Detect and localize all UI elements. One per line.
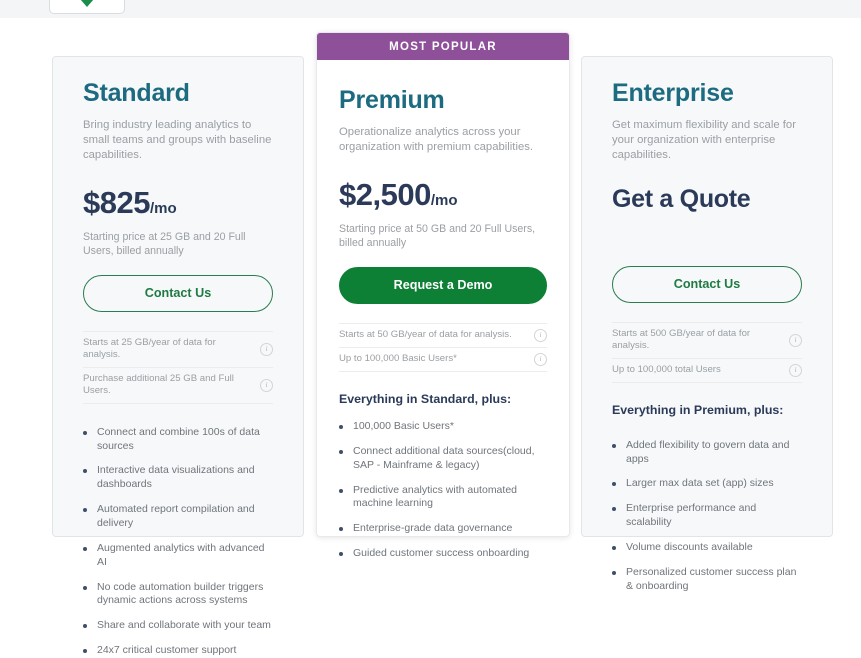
- info-row: Starts at 50 GB/year of data for analysi…: [339, 322, 547, 347]
- info-circle-icon[interactable]: i: [534, 352, 547, 366]
- pricing-card-enterprise: Enterprise Get maximum flexibility and s…: [581, 56, 833, 592]
- plan-name-enterprise: Enterprise: [612, 79, 734, 107]
- feature-list-standard: Connect and combine 100s of data sources…: [83, 426, 273, 658]
- info-list-premium: Starts at 50 GB/year of data for analysi…: [339, 322, 547, 372]
- info-text: Up to 100,000 total Users: [612, 363, 721, 375]
- feature-list-premium: 100,000 Basic Users* Connect additional …: [339, 420, 547, 561]
- top-band: [0, 0, 861, 18]
- info-circle-icon[interactable]: i: [789, 333, 802, 347]
- info-row: Up to 100,000 total Users i: [612, 357, 802, 383]
- feature-item: No code automation builder triggers dyna…: [83, 581, 273, 609]
- pricing-card-premium: MOST POPULAR Premium Operationalize anal…: [316, 32, 570, 559]
- plan-price-premium: $2,500/mo: [339, 177, 547, 213]
- info-text: Purchase additional 25 GB and Full Users…: [83, 372, 234, 397]
- info-circle-icon[interactable]: i: [789, 363, 802, 377]
- info-list-standard: Starts at 25 GB/year of data for analysi…: [83, 330, 273, 404]
- info-text: Starts at 50 GB/year of data for analysi…: [339, 329, 512, 341]
- contact-us-button-standard[interactable]: Contact Us: [83, 274, 273, 312]
- info-row: Starts at 500 GB/year of data for analys…: [612, 321, 802, 358]
- price-amount-enterprise: Get a Quote: [612, 184, 751, 213]
- info-text: Starts at 500 GB/year of data for analys…: [612, 327, 751, 352]
- card-body-standard: Standard Bring industry leading analytic…: [53, 57, 303, 658]
- info-row: Purchase additional 25 GB and Full Users…: [83, 366, 273, 404]
- chevron-down-icon: [80, 0, 94, 7]
- card-body-enterprise: Enterprise Get maximum flexibility and s…: [582, 57, 832, 594]
- price-unit-premium: /mo: [430, 191, 458, 209]
- price-amount-premium: $2,500: [339, 176, 431, 212]
- info-text: Up to 100,000 Basic Users*: [339, 353, 457, 365]
- price-unit-standard: /mo: [149, 199, 177, 217]
- card-body-premium: Premium Operationalize analytics across …: [317, 60, 569, 561]
- feature-item: 100,000 Basic Users*: [339, 420, 547, 434]
- features-heading-premium: Everything in Standard, plus:: [339, 391, 512, 406]
- feature-item: Share and collaborate with your team: [83, 619, 273, 633]
- info-list-enterprise: Starts at 500 GB/year of data for analys…: [612, 321, 802, 383]
- plan-description-standard: Bring industry leading analytics to smal…: [83, 119, 272, 161]
- plan-description-premium: Operationalize analytics across your org…: [339, 126, 534, 153]
- feature-item: Volume discounts available: [612, 541, 802, 555]
- plan-name-premium: Premium: [339, 86, 445, 114]
- feature-item: Automated report compilation and deliver…: [83, 503, 273, 531]
- features-heading-enterprise: Everything in Premium, plus:: [612, 402, 784, 417]
- info-circle-icon[interactable]: i: [534, 328, 547, 342]
- feature-item: Enterprise performance and scalability: [612, 502, 802, 530]
- info-row: Up to 100,000 Basic Users* i: [339, 346, 547, 372]
- info-circle-icon[interactable]: i: [260, 378, 273, 392]
- feature-item: Connect and combine 100s of data sources: [83, 426, 273, 454]
- contact-us-button-enterprise[interactable]: Contact Us: [612, 265, 802, 303]
- feature-item: Personalized customer success plan & onb…: [612, 566, 802, 594]
- plan-price-enterprise: Get a Quote: [612, 185, 802, 214]
- feature-item: Added flexibility to govern data and app…: [612, 439, 802, 467]
- feature-item: Enterprise-grade data governance: [339, 522, 547, 536]
- info-row: Starts at 25 GB/year of data for analysi…: [83, 330, 273, 367]
- price-note-enterprise: [612, 223, 802, 249]
- info-circle-icon[interactable]: i: [260, 342, 273, 356]
- price-note-standard: Starting price at 25 GB and 20 Full User…: [83, 230, 246, 257]
- request-a-demo-button[interactable]: Request a Demo: [339, 266, 547, 304]
- feature-item: Augmented analytics with advanced AI: [83, 542, 273, 570]
- feature-item: Predictive analytics with automated mach…: [339, 484, 547, 512]
- pricing-card-standard: Standard Bring industry leading analytic…: [52, 56, 304, 656]
- price-note-premium: Starting price at 50 GB and 20 Full User…: [339, 222, 536, 249]
- feature-item: Larger max data set (app) sizes: [612, 477, 802, 491]
- plan-description-enterprise: Get maximum flexibility and scale for yo…: [612, 119, 796, 161]
- most-popular-badge: MOST POPULAR: [317, 33, 569, 60]
- feature-item: Connect additional data sources(cloud, S…: [339, 445, 547, 473]
- feature-item: Guided customer success onboarding: [339, 547, 547, 561]
- billing-period-dropdown[interactable]: [49, 0, 125, 14]
- plan-price-standard: $825/mo: [83, 185, 273, 221]
- pricing-page: Standard Bring industry leading analytic…: [0, 0, 861, 656]
- feature-item: 24x7 critical customer support: [83, 644, 273, 658]
- info-text: Starts at 25 GB/year of data for analysi…: [83, 336, 216, 361]
- feature-list-enterprise: Added flexibility to govern data and app…: [612, 439, 802, 594]
- feature-item: Interactive data visualizations and dash…: [83, 464, 273, 492]
- price-amount-standard: $825: [83, 184, 150, 220]
- plan-name-standard: Standard: [83, 79, 190, 107]
